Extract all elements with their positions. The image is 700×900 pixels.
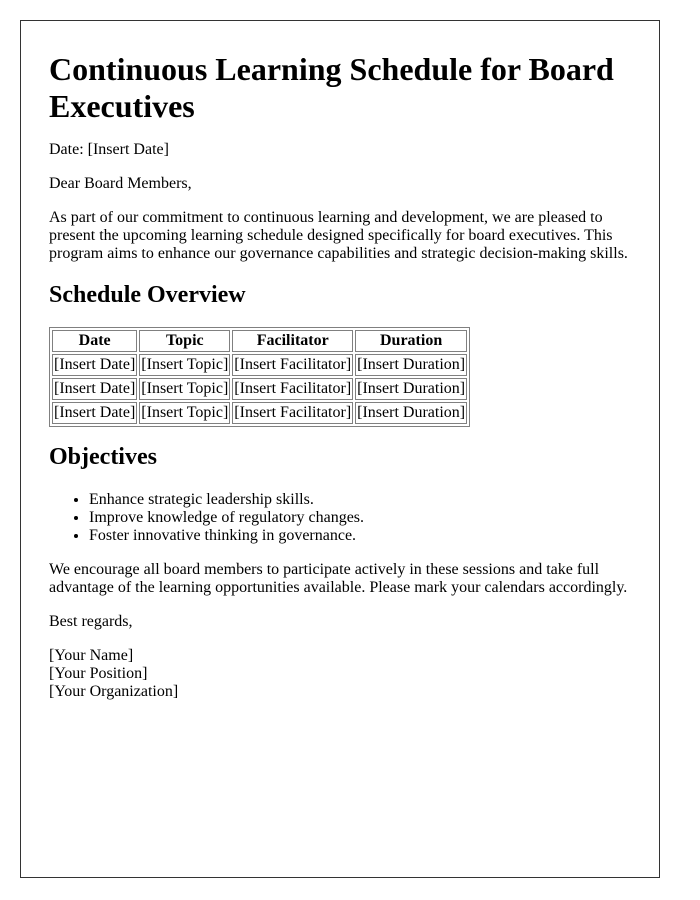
objectives-list: Enhance strategic leadership skills. Imp…: [49, 491, 631, 545]
column-header-date: Date: [52, 330, 138, 352]
cell-date: [Insert Date]: [52, 354, 138, 376]
objective-item: Enhance strategic leadership skills.: [89, 491, 631, 509]
cell-date: [Insert Date]: [52, 402, 138, 424]
intro-paragraph: As part of our commitment to continuous …: [49, 209, 628, 262]
objective-item: Foster innovative thinking in governance…: [89, 527, 631, 545]
cell-date: [Insert Date]: [52, 378, 138, 400]
sign-off: Best regards,: [49, 613, 133, 630]
cell-topic: [Insert Topic]: [139, 402, 231, 424]
closing-paragraph: We encourage all board members to partic…: [49, 561, 628, 596]
table-header-row: Date Topic Facilitator Duration: [52, 330, 468, 352]
greeting: Dear Board Members,: [49, 175, 192, 192]
cell-topic: [Insert Topic]: [139, 354, 231, 376]
cell-duration: [Insert Duration]: [355, 354, 468, 376]
cell-topic: [Insert Topic]: [139, 378, 231, 400]
cell-facilitator: [Insert Facilitator]: [232, 378, 354, 400]
signature-name: [Your Name]: [49, 647, 134, 664]
cell-facilitator: [Insert Facilitator]: [232, 402, 354, 424]
table-row: [Insert Date] [Insert Topic] [Insert Fac…: [52, 378, 468, 400]
document-title: Continuous Learning Schedule for Board E…: [49, 51, 614, 124]
schedule-heading: Schedule Overview: [49, 282, 246, 308]
signature-organization: [Your Organization]: [49, 683, 179, 700]
table-row: [Insert Date] [Insert Topic] [Insert Fac…: [52, 402, 468, 424]
objective-item: Improve knowledge of regulatory changes.: [89, 509, 631, 527]
date-line: Date: [Insert Date]: [49, 141, 169, 158]
column-header-facilitator: Facilitator: [232, 330, 354, 352]
cell-duration: [Insert Duration]: [355, 378, 468, 400]
cell-duration: [Insert Duration]: [355, 402, 468, 424]
signature-position: [Your Position]: [49, 665, 148, 682]
objectives-heading: Objectives: [49, 444, 157, 470]
letter-page: Continuous Learning Schedule for Board E…: [20, 20, 660, 878]
cell-facilitator: [Insert Facilitator]: [232, 354, 354, 376]
signature-block: [Your Name] [Your Position] [Your Organi…: [49, 647, 631, 701]
schedule-table: Date Topic Facilitator Duration [Insert …: [49, 327, 471, 427]
column-header-duration: Duration: [355, 330, 468, 352]
table-row: [Insert Date] [Insert Topic] [Insert Fac…: [52, 354, 468, 376]
column-header-topic: Topic: [139, 330, 231, 352]
